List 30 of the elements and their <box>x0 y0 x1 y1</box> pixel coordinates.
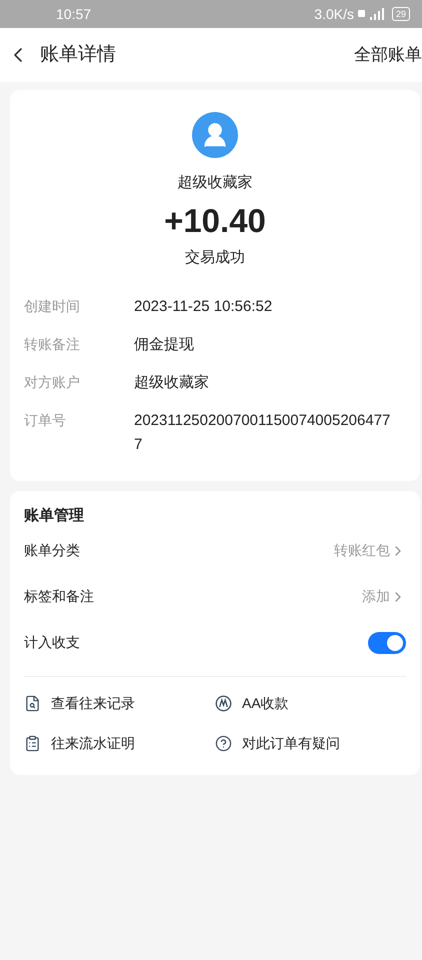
avatar-icon <box>192 112 238 158</box>
detail-value: 超级收藏家 <box>134 373 210 393</box>
action-link[interactable]: 往来流水证明 <box>24 726 215 760</box>
section-title: 账单管理 <box>24 506 85 526</box>
detail-value: 2023-11-25 10:56:52 <box>134 297 274 317</box>
toggle-switch[interactable] <box>368 632 406 654</box>
detail-value: 20231125020070011500740052064777 <box>134 411 392 455</box>
network-speed: 3.0K/s <box>314 4 354 24</box>
setting-row[interactable]: 标签和备注 添加 <box>24 574 406 620</box>
action-link[interactable]: AA收款 <box>215 686 406 720</box>
transaction-status: 交易成功 <box>185 248 245 268</box>
all-bills-link[interactable]: 全部账单 <box>354 42 422 68</box>
setting-row[interactable]: 账单分类 转账红包 <box>24 528 406 574</box>
document-icon <box>24 735 41 752</box>
detail-value: 佣金提现 <box>134 335 195 355</box>
clock-time: 10:57 <box>56 4 92 24</box>
detail-label: 转账备注 <box>24 335 81 354</box>
detail-label: 创建时间 <box>24 297 81 316</box>
action-link[interactable]: 查看往来记录 <box>24 686 215 720</box>
setting-label: 计入收支 <box>24 633 80 652</box>
amount: +10.40 <box>164 200 266 240</box>
page-title: 账单详情 <box>40 42 116 67</box>
detail-label: 订单号 <box>24 411 67 430</box>
battery-indicator: 29 <box>392 7 410 21</box>
action-link[interactable]: 对此订单有疑问 <box>215 726 406 760</box>
aa-icon <box>215 695 232 712</box>
detail-label: 对方账户 <box>24 373 81 392</box>
record-search-icon <box>24 695 41 712</box>
help-icon <box>215 735 232 752</box>
payer-name: 超级收藏家 <box>178 173 252 193</box>
